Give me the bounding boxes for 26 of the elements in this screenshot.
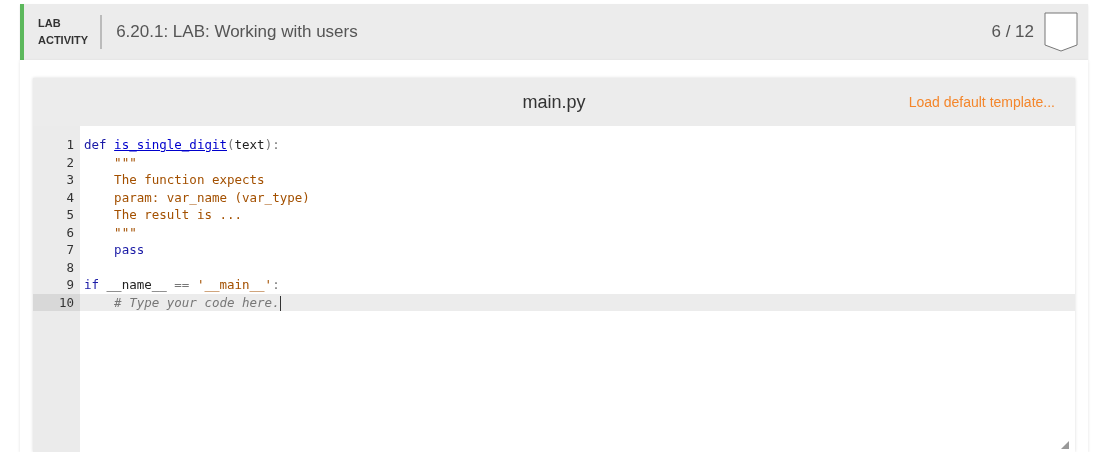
line-number: 10 [33, 293, 80, 311]
resize-handle-icon[interactable] [1061, 441, 1069, 449]
line-number: 3 [65, 171, 75, 189]
code-line: param: var_name (var_type) [113, 188, 311, 206]
line-number: 9 [65, 276, 75, 294]
line-number: 2 [65, 153, 75, 171]
code-line: """ [113, 223, 138, 241]
code-line: The function expects [113, 171, 266, 189]
line-number: 6 [65, 223, 75, 241]
code-line: The result is ... [113, 206, 244, 224]
score-text: 6 / 12 [991, 22, 1034, 42]
line-number: 1 [65, 136, 75, 154]
badge-outline-icon [1044, 12, 1078, 52]
line-number: 4 [65, 188, 75, 206]
line-number: 5 [65, 206, 75, 224]
lab-activity-label: LAB ACTIVITY [38, 15, 103, 49]
line-number: 8 [65, 258, 75, 276]
text-cursor [279, 295, 281, 311]
line-number: 7 [65, 241, 75, 259]
code-line: pass [113, 241, 146, 259]
activity-title: 6.20.1: LAB: Working with users [116, 22, 359, 42]
code-line: def is_single_digit(text): [83, 136, 281, 154]
code-line: if __name__ == '__main__': [83, 276, 281, 294]
file-name: main.py [522, 91, 586, 113]
code-editor[interactable]: 1 2 3 4 5 6 7 8 9 10 def is_single_digit(text): """ The function expects param: var_name (var_type) The result is ... """ pass if __name__ == '__main__': # Type your code here. [33, 126, 1075, 452]
code-line: """ [113, 153, 138, 171]
